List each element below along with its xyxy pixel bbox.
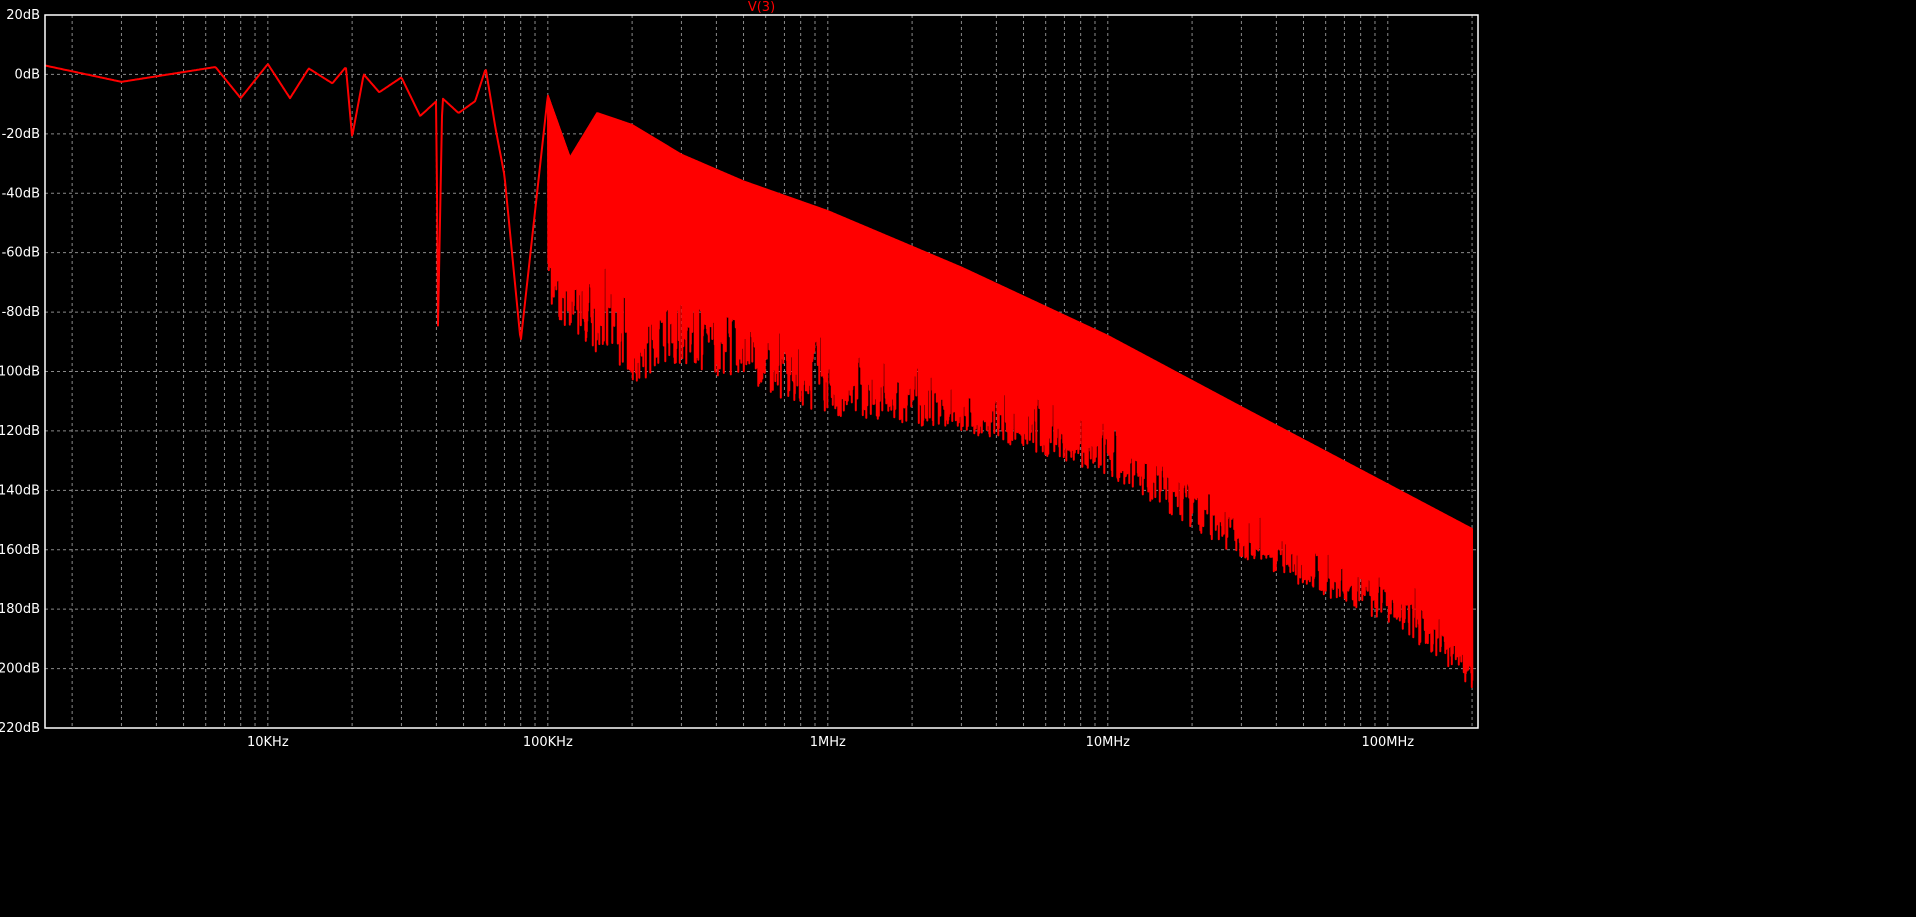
x-tick-label: 100MHz — [1361, 735, 1414, 750]
x-tick-label: 100KHz — [523, 735, 573, 750]
y-tick-label: -180dB — [0, 602, 40, 617]
y-tick-label: -160dB — [0, 543, 40, 558]
bode-plot: 20dB 0dB -20dB -40dB -60dB -80dB -100dB -120dB -… — [0, 0, 1916, 917]
trace-title: V(3) — [748, 0, 775, 15]
y-tick-label: -20dB — [2, 127, 40, 142]
plot-background — [0, 0, 1916, 917]
y-tick-label: 0dB — [15, 67, 40, 82]
y-tick-label: -220dB — [0, 721, 40, 736]
y-tick-label: -120dB — [0, 424, 40, 439]
y-tick-label: -40dB — [2, 186, 40, 201]
y-tick-label: -80dB — [2, 305, 40, 320]
y-tick-label: -60dB — [2, 246, 40, 261]
x-tick-label: 10MHz — [1086, 735, 1131, 750]
y-tick-label: -100dB — [0, 365, 40, 380]
y-tick-label: 20dB — [6, 8, 40, 23]
y-tick-label: -200dB — [0, 662, 40, 677]
x-tick-label: 1MHz — [810, 735, 846, 750]
y-tick-label: -140dB — [0, 483, 40, 498]
x-tick-label: 10KHz — [247, 735, 289, 750]
